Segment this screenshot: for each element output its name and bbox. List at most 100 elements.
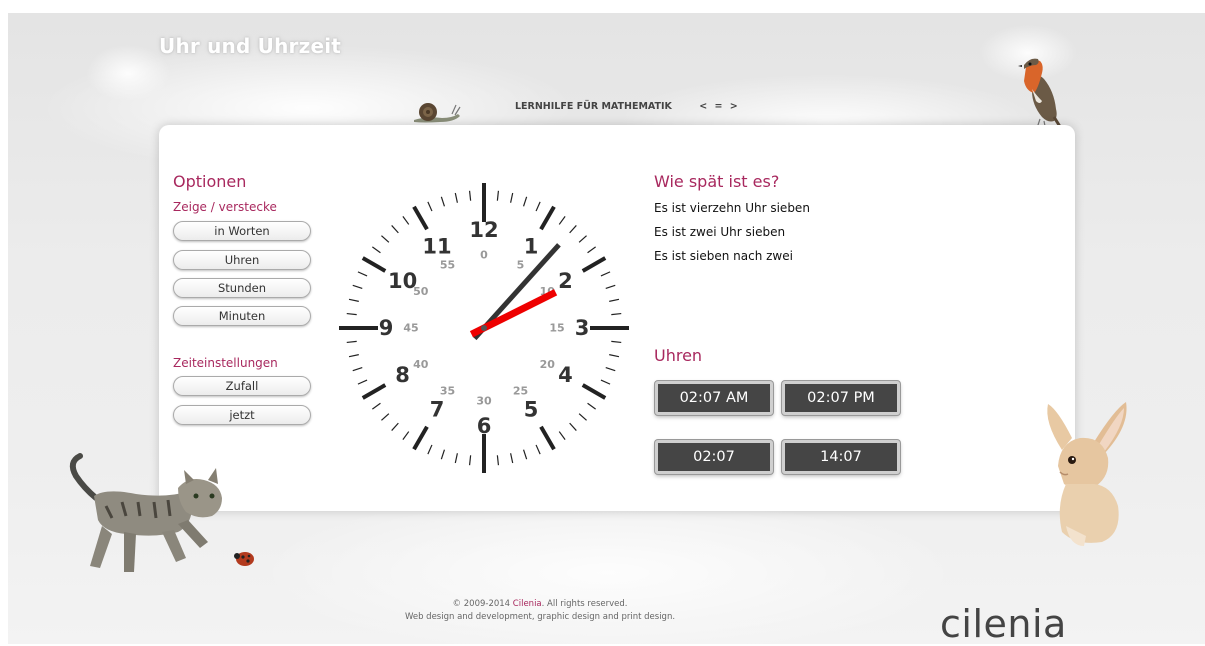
clock-hour-number: 11 [422,235,451,259]
clock-minute-number: 55 [440,258,455,271]
clock-hour-number: 8 [395,363,410,387]
cat-image [69,453,222,572]
clock-tick [357,271,368,277]
clock-tick [510,453,514,464]
clock-tick [468,190,472,201]
clock-tick [535,444,541,455]
nav-subject-link[interactable]: LERNHILFE FÜR MATHEMATIK [515,101,672,112]
clock-tick [427,201,433,212]
clock-tick [412,205,429,231]
clock-tick [558,216,566,225]
digital-clock-24h[interactable]: 14:07 [782,440,900,474]
clock-tick [381,235,390,243]
ladybug-image [234,552,254,566]
time-phrase-colloquial: Es ist sieben nach zwei [654,249,793,263]
clock-tick [496,455,500,466]
footer: © 2009-2014 Cilenia. All rights reserved… [380,598,700,624]
clock-hour-number: 4 [558,363,573,387]
clock-tick [600,271,611,277]
clock-tick [578,235,587,243]
clock-tick [522,196,528,207]
copyright-suffix: . All rights reserved. [541,599,628,609]
clock-tick [539,205,556,231]
clock-tick [391,422,399,431]
clock-tick [496,190,500,201]
analog-clock: 121234567891011 0510152025303540455055 [339,183,629,473]
footer-services: Web design and development, graphic desi… [404,612,676,622]
clock-tick [361,383,387,400]
clock-tick [522,449,528,460]
clock-tick [558,431,566,440]
clock-tick [357,379,368,385]
digital-clock-am[interactable]: 02:07 AM [655,381,773,415]
clock-minute-number: 40 [413,358,429,371]
clock-tick [605,284,616,290]
clock-minute-number: 5 [517,258,525,271]
clock-tick [391,225,399,234]
toggle-clocks-button[interactable]: Uhren [173,250,311,270]
clock-minute-number: 20 [540,358,556,371]
clock-tick [605,366,616,372]
clock-tick [352,284,363,290]
clock-tick [346,340,357,344]
copyright-years: © 2009-2014 [452,599,511,609]
clock-tick [440,196,446,207]
rabbit-image [1047,402,1127,546]
top-nav: LERNHILFE FÜR MATHEMATIK < = > [515,101,740,112]
digital-clock-12h[interactable]: 02:07 [655,440,773,474]
random-time-button[interactable]: Zufall [173,376,311,396]
clock-minute-number: 35 [440,385,455,398]
snail-image [414,103,461,123]
nav-arrows-link[interactable]: < = > [699,101,740,112]
clock-hour-number: 12 [469,218,498,242]
clock-tick [468,455,472,466]
clock-minute-number: 15 [549,322,564,335]
clock-tick [600,379,611,385]
toggle-minutes-button[interactable]: Minuten [173,306,311,326]
clock-tick [454,192,458,203]
toggle-words-button[interactable]: in Worten [173,221,311,241]
current-time-button[interactable]: jetzt [173,405,311,425]
clock-hour-number: 6 [477,414,492,438]
toggle-hours-button[interactable]: Stunden [173,278,311,298]
digital-clock-pm[interactable]: 02:07 PM [782,381,900,415]
clock-tick [402,431,410,440]
time-words-heading: Wie spät ist es? [654,172,780,191]
time-settings-label: Zeiteinstellungen [173,356,278,370]
clock-tick [402,216,410,225]
clock-tick [539,425,556,451]
cilenia-logo[interactable]: cilenia [940,602,1067,646]
clock-tick [611,340,622,344]
time-phrase-12h: Es ist zwei Uhr sieben [654,225,786,239]
options-heading: Optionen [173,172,247,191]
clock-tick [346,312,357,316]
clock-tick [348,354,359,358]
clock-minute-number: 50 [413,285,429,298]
clock-tick [372,246,381,254]
clock-minute-number: 25 [513,385,528,398]
clock-tick [578,413,587,421]
clock-hour-number: 9 [379,316,394,340]
clock-tick [587,402,596,410]
clock-tick [609,298,620,302]
clock-tick [510,192,514,203]
clock-hour-number: 1 [524,235,539,259]
clock-tick [535,201,541,212]
clock-minute-number: 45 [403,322,418,335]
clock-tick [581,383,607,400]
clock-tick [569,225,577,234]
clock-minute-number: 0 [480,249,488,262]
clock-center-pin [481,325,487,331]
clock-tick [372,402,381,410]
clock-tick [412,425,429,451]
clock-tick [361,256,387,273]
site-title: Uhr und Uhrzeit [159,34,342,58]
brand-link[interactable]: Cilenia [513,599,542,609]
clock-hour-number: 2 [558,269,573,293]
digital-clocks-heading: Uhren [654,346,703,365]
clock-hour-number: 7 [430,397,445,421]
clock-tick [352,366,363,372]
clock-tick [440,449,446,460]
clock-tick [609,354,620,358]
copyright-line: © 2009-2014 Cilenia. All rights reserved… [380,598,700,611]
